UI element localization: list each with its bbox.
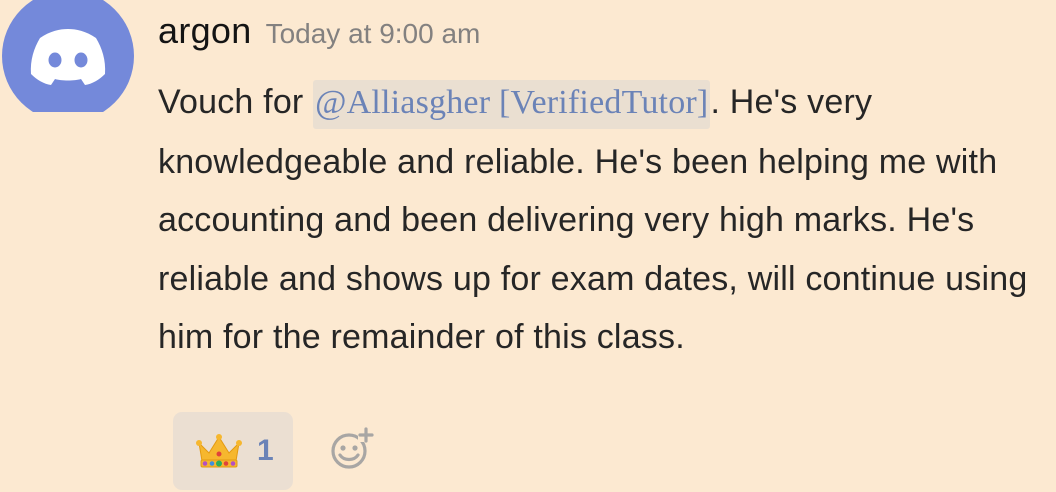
reactions-bar: 1 bbox=[173, 412, 374, 490]
timestamp: Today at 9:00 am bbox=[265, 18, 481, 49]
discord-logo-icon bbox=[2, 0, 134, 112]
message-text-start: Vouch for bbox=[158, 83, 314, 121]
message-content: Vouch for @Alliasgher [VerifiedTutor]. H… bbox=[158, 73, 1048, 367]
add-reaction-icon bbox=[331, 427, 374, 469]
add-reaction-button[interactable] bbox=[328, 424, 376, 472]
username[interactable]: argon bbox=[158, 10, 252, 51]
reaction-crown[interactable]: 1 bbox=[173, 412, 293, 490]
reaction-count: 1 bbox=[257, 434, 274, 467]
chat-message: argon Today at 9:00 am Vouch for @Alliasg… bbox=[0, 0, 1056, 492]
avatar[interactable] bbox=[2, 0, 134, 112]
user-mention[interactable]: @Alliasgher [VerifiedTutor] bbox=[313, 80, 711, 129]
message-header: argon Today at 9:00 am bbox=[158, 10, 480, 60]
crown-icon bbox=[196, 434, 242, 468]
